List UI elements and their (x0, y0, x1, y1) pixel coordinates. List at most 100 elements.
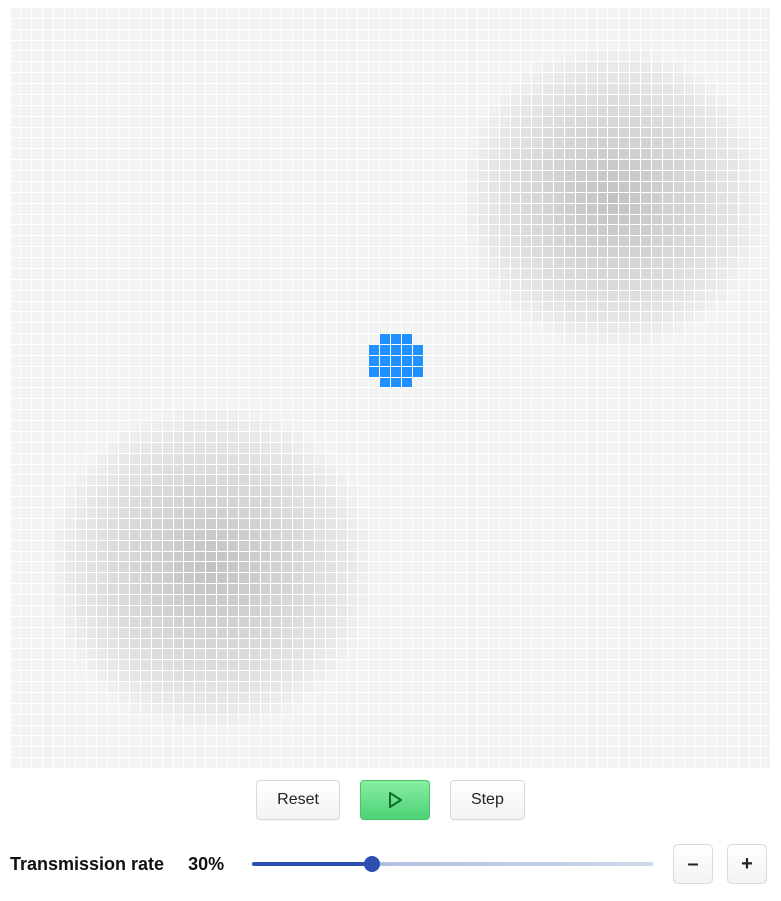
grid-cell[interactable] (565, 138, 575, 148)
grid-cell[interactable] (608, 682, 618, 692)
grid-cell[interactable] (543, 95, 553, 105)
grid-cell[interactable] (380, 62, 390, 72)
grid-cell[interactable] (402, 519, 412, 529)
grid-cell[interactable] (652, 73, 662, 83)
grid-cell[interactable] (728, 432, 738, 442)
grid-cell[interactable] (478, 138, 488, 148)
grid-cell[interactable] (97, 584, 107, 594)
grid-cell[interactable] (358, 541, 368, 551)
grid-cell[interactable] (532, 682, 542, 692)
grid-cell[interactable] (195, 519, 205, 529)
grid-cell[interactable] (402, 95, 412, 105)
grid-cell[interactable] (402, 367, 412, 377)
grid-cell[interactable] (87, 302, 97, 312)
grid-cell[interactable] (576, 171, 586, 181)
grid-cell[interactable] (11, 508, 21, 518)
grid-cell[interactable] (206, 378, 216, 388)
grid-cell[interactable] (141, 106, 151, 116)
grid-cell[interactable] (576, 443, 586, 453)
grid-cell[interactable] (130, 345, 140, 355)
grid-cell[interactable] (576, 345, 586, 355)
grid-cell[interactable] (152, 562, 162, 572)
grid-cell[interactable] (543, 541, 553, 551)
grid-cell[interactable] (750, 128, 760, 138)
grid-cell[interactable] (489, 312, 499, 322)
grid-cell[interactable] (54, 204, 64, 214)
grid-cell[interactable] (598, 552, 608, 562)
grid-cell[interactable] (250, 225, 260, 235)
grid-cell[interactable] (695, 171, 705, 181)
grid-cell[interactable] (652, 269, 662, 279)
grid-cell[interactable] (163, 421, 173, 431)
grid-cell[interactable] (391, 269, 401, 279)
grid-cell[interactable] (402, 443, 412, 453)
grid-cell[interactable] (641, 149, 651, 159)
grid-cell[interactable] (456, 171, 466, 181)
grid-cell[interactable] (663, 117, 673, 127)
grid-cell[interactable] (500, 399, 510, 409)
grid-cell[interactable] (65, 258, 75, 268)
grid-cell[interactable] (500, 280, 510, 290)
grid-cell[interactable] (652, 639, 662, 649)
grid-cell[interactable] (554, 660, 564, 670)
grid-cell[interactable] (348, 51, 358, 61)
grid-cell[interactable] (217, 486, 227, 496)
grid-cell[interactable] (467, 628, 477, 638)
grid-cell[interactable] (87, 486, 97, 496)
grid-cell[interactable] (358, 323, 368, 333)
grid-cell[interactable] (87, 475, 97, 485)
grid-cell[interactable] (445, 138, 455, 148)
grid-cell[interactable] (195, 269, 205, 279)
grid-cell[interactable] (630, 443, 640, 453)
grid-cell[interactable] (195, 421, 205, 431)
grid-cell[interactable] (174, 138, 184, 148)
grid-cell[interactable] (195, 715, 205, 725)
grid-cell[interactable] (108, 356, 118, 366)
grid-cell[interactable] (261, 367, 271, 377)
grid-cell[interactable] (141, 715, 151, 725)
grid-cell[interactable] (543, 378, 553, 388)
grid-cell[interactable] (32, 215, 42, 225)
grid-cell[interactable] (413, 421, 423, 431)
grid-cell[interactable] (304, 128, 314, 138)
grid-cell[interactable] (500, 84, 510, 94)
grid-cell[interactable] (65, 62, 75, 72)
grid-cell[interactable] (76, 693, 86, 703)
grid-cell[interactable] (619, 312, 629, 322)
grid-cell[interactable] (511, 225, 521, 235)
grid-cell[interactable] (489, 160, 499, 170)
grid-cell[interactable] (565, 30, 575, 40)
grid-cell[interactable] (467, 486, 477, 496)
grid-cell[interactable] (326, 84, 336, 94)
grid-cell[interactable] (750, 356, 760, 366)
grid-cell[interactable] (619, 182, 629, 192)
grid-cell[interactable] (369, 73, 379, 83)
grid-cell[interactable] (478, 715, 488, 725)
grid-cell[interactable] (706, 519, 716, 529)
grid-cell[interactable] (184, 41, 194, 51)
grid-cell[interactable] (195, 171, 205, 181)
grid-cell[interactable] (674, 671, 684, 681)
grid-cell[interactable] (261, 693, 271, 703)
grid-cell[interactable] (532, 356, 542, 366)
grid-cell[interactable] (434, 19, 444, 29)
grid-cell[interactable] (43, 704, 53, 714)
grid-cell[interactable] (619, 747, 629, 757)
grid-cell[interactable] (228, 269, 238, 279)
grid-cell[interactable] (511, 443, 521, 453)
grid-cell[interactable] (369, 236, 379, 246)
grid-cell[interactable] (87, 30, 97, 40)
grid-cell[interactable] (11, 62, 21, 72)
grid-cell[interactable] (369, 367, 379, 377)
grid-cell[interactable] (391, 171, 401, 181)
grid-cell[interactable] (706, 171, 716, 181)
grid-cell[interactable] (43, 236, 53, 246)
grid-cell[interactable] (250, 19, 260, 29)
grid-cell[interactable] (239, 280, 249, 290)
grid-cell[interactable] (326, 758, 336, 768)
grid-cell[interactable] (130, 530, 140, 540)
grid-cell[interactable] (424, 171, 434, 181)
grid-cell[interactable] (358, 334, 368, 344)
grid-cell[interactable] (521, 171, 531, 181)
grid-cell[interactable] (21, 747, 31, 757)
